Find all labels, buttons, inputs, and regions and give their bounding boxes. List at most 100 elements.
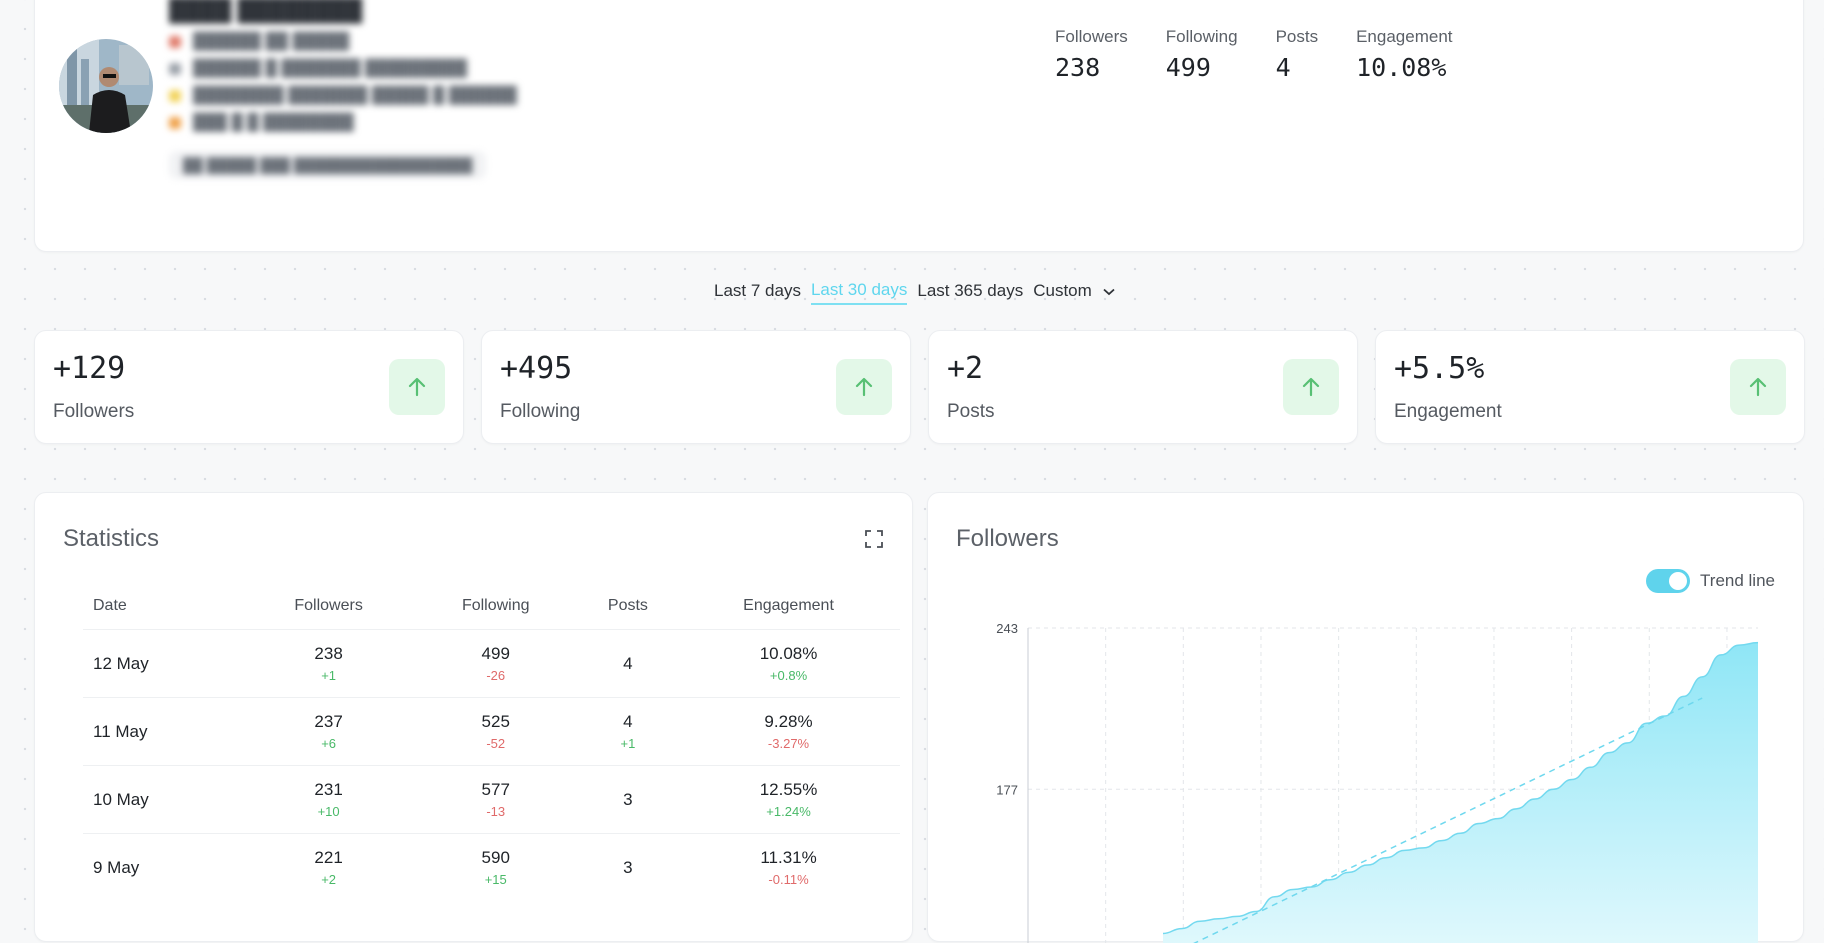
arrow-up-icon <box>1730 359 1786 415</box>
cell-delta: +10 <box>317 804 340 819</box>
tab-custom[interactable]: Custom <box>1033 281 1115 304</box>
followers-chart-panel: 177 243 Followers Trend line <box>927 492 1804 943</box>
cell-date: 10 May <box>83 765 245 834</box>
cell-value: 577 <box>481 780 510 799</box>
y-tick-label: 243 <box>996 621 1018 636</box>
cell-value: 12.55% <box>759 780 818 799</box>
cell-delta: +2 <box>321 872 337 888</box>
cell-date: 11 May <box>83 697 245 766</box>
cell-value: 525 <box>481 712 510 731</box>
avatar[interactable] <box>59 39 153 133</box>
stat-value: 4 <box>1275 53 1291 82</box>
kpi-label: Engagement <box>1394 401 1502 422</box>
table-row: 11 May 237 +6 525 -52 4 +1 9.28% -3.27% <box>83 697 900 766</box>
profile-stats: Followers 238 Following 499 Posts 4 Enga… <box>1055 27 1453 82</box>
cell-posts: 3 <box>578 833 678 902</box>
column-header-date: Date <box>93 597 127 614</box>
cell-delta: +1.24% <box>766 804 811 819</box>
kpi-card-engagement: +5.5% Engagement <box>1375 330 1805 444</box>
cell-value: 237 <box>314 712 343 731</box>
statistics-table: Date Followers Following Posts Engagemen… <box>83 597 900 902</box>
cell-value: 499 <box>481 644 510 663</box>
cell-following: 577 -13 <box>412 765 579 834</box>
cell-engagement: 9.28% -3.27% <box>677 697 900 766</box>
column-header-following: Following <box>461 597 530 614</box>
cell-value: 10.08% <box>759 644 818 663</box>
kpi-label: Followers <box>53 401 135 422</box>
tab-last-365-days[interactable]: Last 365 days <box>917 281 1023 304</box>
profile-card: ████ ████████ ██████ ██ █████ ██████ █ █… <box>34 0 1804 252</box>
column-header-engagement: Engagement <box>743 597 834 614</box>
cell-value: 4 <box>623 653 633 673</box>
followers-chart: 177 243 <box>996 621 1759 943</box>
cell-followers: 238 +1 <box>244 629 413 698</box>
profile-stat-engagement: Engagement 10.08% <box>1356 27 1452 82</box>
profile-stat-posts: Posts 4 <box>1276 27 1319 82</box>
followers-chart-title: Followers <box>956 525 1059 552</box>
cell-posts: 4 +1 <box>578 697 678 766</box>
toggle-knob <box>1669 572 1688 590</box>
date-range-tabs: Last 7 days Last 30 days Last 365 days C… <box>714 280 1115 305</box>
cell-delta: +1 <box>321 668 337 683</box>
kpi-card-following: +495 Following <box>481 330 911 444</box>
stat-value: 10.08% <box>1356 53 1447 82</box>
cell-delta: -52 <box>486 736 506 751</box>
followers-area <box>1163 642 1758 943</box>
trend-line-toggle-group: Trend line <box>1646 569 1775 593</box>
cell-followers: 237 +6 <box>244 697 413 766</box>
cell-value: 238 <box>314 644 343 663</box>
chevron-down-icon <box>1102 285 1115 299</box>
stat-value: 499 <box>1165 53 1211 82</box>
profile-stat-following: Following 499 <box>1166 27 1238 82</box>
tab-custom-label: Custom <box>1033 281 1092 300</box>
cell-delta: -13 <box>486 804 506 819</box>
profile-stat-followers: Followers 238 <box>1055 27 1128 82</box>
cell-delta: -0.11% <box>768 872 809 888</box>
cell-date: 12 May <box>83 629 245 698</box>
kpi-value: +5.5% <box>1394 351 1485 386</box>
table-row: 12 May 238 +1 499 -26 4 10.08% +0.8% <box>83 629 900 698</box>
cell-value: 3 <box>623 857 633 877</box>
stat-label: Engagement <box>1356 27 1453 46</box>
cell-engagement: 12.55% +1.24% <box>677 765 900 834</box>
trend-line-toggle[interactable] <box>1646 569 1691 593</box>
cell-following: 525 -52 <box>412 697 579 766</box>
kpi-value: +129 <box>53 351 126 386</box>
cell-following: 499 -26 <box>412 629 579 698</box>
statistics-panel: Statistics Date Followers Following Post… <box>34 492 913 942</box>
profile-bio-blurred: ████ ████████ ██████ ██ █████ ██████ █ █… <box>169 0 517 179</box>
cell-delta: +1 <box>620 736 636 751</box>
expand-icon[interactable] <box>864 529 884 549</box>
kpi-value: +495 <box>500 351 573 386</box>
cell-value: 590 <box>481 848 510 868</box>
stat-label: Following <box>1165 27 1238 46</box>
statistics-title: Statistics <box>63 525 160 552</box>
cell-value: 9.28% <box>764 712 813 731</box>
kpi-label: Posts <box>947 401 995 422</box>
cell-delta: +15 <box>484 872 507 888</box>
cell-engagement: 10.08% +0.8% <box>677 629 900 698</box>
cell-value: 221 <box>314 848 343 868</box>
cell-followers: 221 +2 <box>244 833 413 902</box>
kpi-card-followers: +129 Followers <box>34 330 464 444</box>
tab-last-30-days[interactable]: Last 30 days <box>810 280 908 305</box>
stat-label: Followers <box>1055 27 1128 46</box>
cell-delta: +6 <box>321 736 337 751</box>
cell-posts: 3 <box>578 765 678 834</box>
cell-delta: -26 <box>486 668 506 683</box>
cell-delta: +0.8% <box>769 668 808 683</box>
arrow-up-icon <box>389 359 445 415</box>
tab-last-7-days[interactable]: Last 7 days <box>714 281 801 304</box>
cell-posts: 4 <box>578 629 678 698</box>
cell-delta: -3.27% <box>767 736 810 751</box>
arrow-up-icon <box>836 359 892 415</box>
table-row: 9 May 221 +2 590 +15 3 11.31% -0.11% <box>83 833 900 902</box>
kpi-label: Following <box>500 401 581 422</box>
table-row: 10 May 231 +10 577 -13 3 12.55% +1.24% <box>83 765 900 834</box>
cell-value: 4 <box>623 712 633 731</box>
stat-label: Posts <box>1275 27 1319 46</box>
kpi-card-posts: +2 Posts <box>928 330 1358 444</box>
cell-date: 9 May <box>83 833 245 902</box>
cell-following: 590 +15 <box>412 833 579 902</box>
cell-value: 3 <box>623 789 633 809</box>
